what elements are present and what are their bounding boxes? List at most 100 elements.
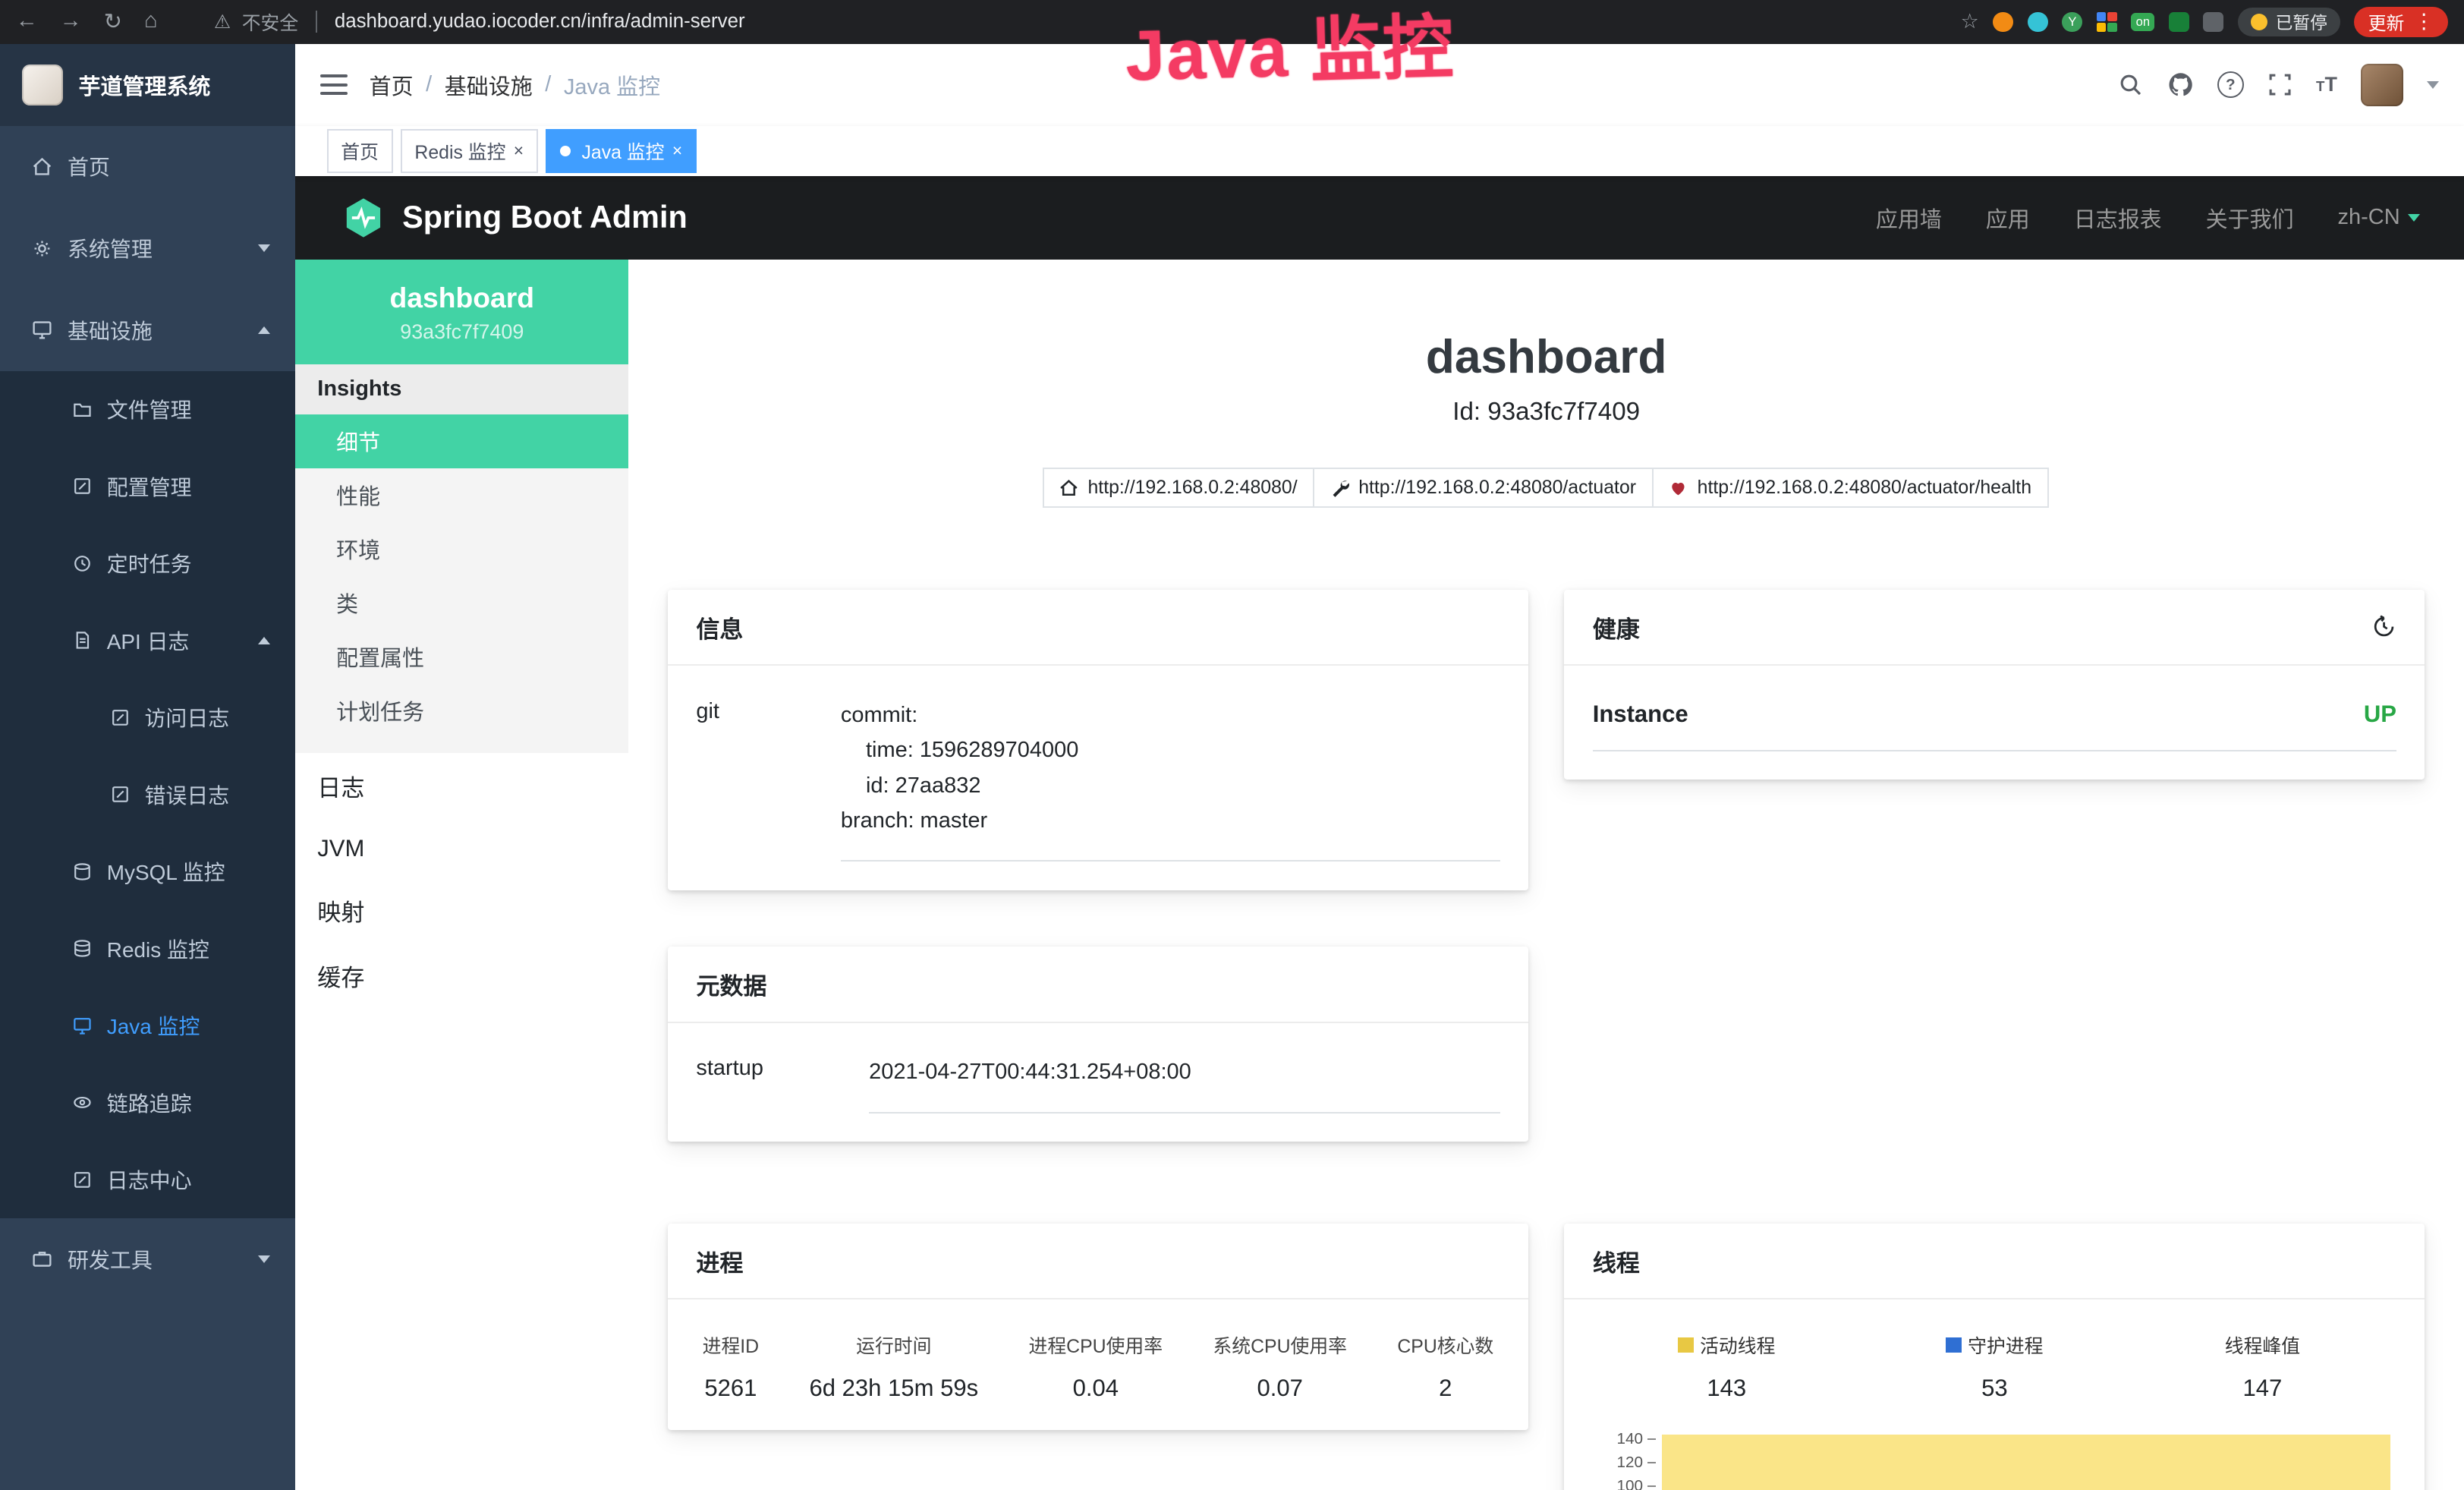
menu-group-mappings[interactable]: 映射 bbox=[295, 877, 628, 943]
nav-about[interactable]: 关于我们 bbox=[2206, 202, 2294, 234]
info-card-title: 信息 bbox=[668, 590, 1528, 666]
sidebar-item-mysql-monitor[interactable]: MySQL 监控 bbox=[0, 833, 295, 909]
menu-item-scheduled-tasks[interactable]: 计划任务 bbox=[295, 684, 628, 738]
sidebar-item-log-center[interactable]: 日志中心 bbox=[0, 1141, 295, 1218]
update-button[interactable]: 更新 ⋮ bbox=[2354, 7, 2448, 36]
close-icon[interactable]: × bbox=[514, 142, 524, 159]
search-icon[interactable] bbox=[2118, 72, 2143, 97]
avatar[interactable] bbox=[2361, 64, 2403, 106]
sidebar-item-tracing[interactable]: 链路追踪 bbox=[0, 1064, 295, 1141]
sba-brand-text: Spring Boot Admin bbox=[402, 200, 688, 235]
paused-badge[interactable]: 已暂停 bbox=[2238, 8, 2340, 36]
legend-label: 守护进程 bbox=[1968, 1331, 2043, 1359]
history-icon[interactable] bbox=[2371, 614, 2396, 639]
sidebar-item-label: 系统管理 bbox=[68, 233, 153, 263]
sidebar-item-file-manage[interactable]: 文件管理 bbox=[0, 371, 295, 448]
language-label: zh-CN bbox=[2338, 205, 2400, 230]
gear-icon bbox=[31, 238, 53, 260]
help-icon[interactable]: ? bbox=[2217, 71, 2244, 98]
edit-icon bbox=[72, 476, 93, 496]
breadcrumb-infra[interactable]: 基础设施 bbox=[445, 69, 533, 101]
service-url-button[interactable]: http://192.168.0.2:48080/ bbox=[1043, 468, 1315, 508]
refresh-icon[interactable]: ↻ bbox=[104, 8, 122, 35]
page-title: dashboard bbox=[668, 330, 2425, 384]
sidebar-item-api-log[interactable]: API 日志 bbox=[0, 602, 295, 679]
sidebar-item-scheduled-jobs[interactable]: 定时任务 bbox=[0, 525, 295, 602]
sidebar-item-label: 研发工具 bbox=[68, 1244, 153, 1274]
forward-icon[interactable]: → bbox=[60, 8, 82, 35]
sidebar-item-label: 文件管理 bbox=[107, 394, 192, 424]
legend-label: 线程峰值 bbox=[2225, 1331, 2300, 1359]
info-value: commit: time: 1596289704000 id: 27aa832 … bbox=[841, 698, 1500, 862]
tag-label: Redis 监控 bbox=[414, 137, 505, 165]
menu-item-classes[interactable]: 类 bbox=[295, 576, 628, 630]
address-separator bbox=[316, 11, 317, 33]
menu-item-details[interactable]: 细节 bbox=[295, 414, 628, 468]
sidebar-item-access-log[interactable]: 访问日志 bbox=[0, 679, 295, 756]
stat-process-cpu: 进程CPU使用率 0.04 bbox=[1029, 1331, 1163, 1402]
browser-menu-icon[interactable]: ⋮ bbox=[2414, 10, 2434, 33]
font-size-icon[interactable]: TT bbox=[2316, 73, 2337, 96]
menu-group-caches[interactable]: 缓存 bbox=[295, 943, 628, 1009]
menu-item-metrics[interactable]: 性能 bbox=[295, 468, 628, 522]
tick-label: 140 bbox=[1616, 1430, 1643, 1448]
sidebar-item-label: 链路追踪 bbox=[107, 1088, 192, 1118]
menu-item-environment[interactable]: 环境 bbox=[295, 522, 628, 576]
home-icon bbox=[31, 156, 53, 178]
breadcrumb-home[interactable]: 首页 bbox=[370, 69, 414, 101]
menu-item-config-props[interactable]: 配置属性 bbox=[295, 630, 628, 684]
sidebar-item-infra[interactable]: 基础设施 bbox=[0, 289, 295, 371]
extension-on-badge[interactable]: on bbox=[2131, 13, 2154, 31]
close-icon[interactable]: × bbox=[672, 142, 682, 159]
health-url-button[interactable]: http://192.168.0.2:48080/actuator/health bbox=[1652, 468, 2049, 508]
sidebar-item-java-monitor[interactable]: Java 监控 bbox=[0, 987, 295, 1063]
menu-group-logs[interactable]: 日志 bbox=[295, 753, 628, 818]
stat-value: 6d 23h 15m 59s bbox=[809, 1375, 978, 1402]
tag-redis-monitor[interactable]: Redis 监控 × bbox=[401, 129, 538, 173]
sidebar-item-redis-monitor[interactable]: Redis 监控 bbox=[0, 910, 295, 987]
header-actions: ? TT bbox=[2118, 64, 2439, 106]
legend-label: 活动线程 bbox=[1700, 1331, 1775, 1359]
instance-header[interactable]: dashboard 93a3fc7f7409 bbox=[295, 260, 628, 364]
sidebar-item-label: API 日志 bbox=[107, 625, 190, 656]
stat-value: 0.07 bbox=[1213, 1375, 1347, 1402]
breadcrumb-separator: / bbox=[426, 72, 432, 97]
nav-applications-wall[interactable]: 应用墙 bbox=[1876, 202, 1942, 234]
extension-fox-icon[interactable] bbox=[1993, 12, 2013, 33]
legend-swatch-blue bbox=[1946, 1337, 1962, 1353]
actuator-url-button[interactable]: http://192.168.0.2:48080/actuator bbox=[1313, 468, 1654, 508]
monitor-icon bbox=[31, 319, 53, 341]
url-text[interactable]: dashboard.yudao.iocoder.cn/infra/admin-s… bbox=[335, 11, 745, 33]
extension-leaf-icon[interactable] bbox=[2169, 12, 2189, 33]
database-icon bbox=[72, 862, 93, 882]
tag-home[interactable]: 首页 bbox=[327, 129, 393, 173]
tag-java-monitor[interactable]: Java 监控 × bbox=[546, 129, 697, 173]
sidebar-item-home[interactable]: 首页 bbox=[0, 126, 295, 208]
back-icon[interactable]: ← bbox=[16, 8, 38, 35]
sidebar-item-system[interactable]: 系统管理 bbox=[0, 207, 295, 289]
extension-y-icon[interactable]: Y bbox=[2062, 12, 2082, 33]
bookmark-star-icon[interactable]: ☆ bbox=[1961, 10, 1979, 33]
extension-drop-icon[interactable] bbox=[2028, 12, 2048, 33]
threads-chart: 140 120 100 bbox=[1593, 1430, 2396, 1490]
nav-journal[interactable]: 日志报表 bbox=[2074, 202, 2162, 234]
security-label[interactable]: 不安全 bbox=[242, 8, 299, 36]
sidebar-item-dev-tools[interactable]: 研发工具 bbox=[0, 1218, 295, 1300]
language-selector[interactable]: zh-CN bbox=[2338, 205, 2420, 230]
warning-icon: ⚠ bbox=[214, 11, 231, 33]
address-bar[interactable]: ⚠ 不安全 dashboard.yudao.iocoder.cn/infra/a… bbox=[214, 8, 745, 36]
sidebar-item-config-manage[interactable]: 配置管理 bbox=[0, 448, 295, 524]
app-logo-bar[interactable]: 芋道管理系统 bbox=[0, 44, 295, 126]
nav-applications[interactable]: 应用 bbox=[1986, 202, 2030, 234]
github-icon[interactable] bbox=[2167, 71, 2194, 98]
hamburger-icon[interactable] bbox=[320, 74, 347, 95]
page-subtitle: Id: 93a3fc7f7409 bbox=[668, 398, 2425, 427]
fullscreen-icon[interactable] bbox=[2267, 72, 2292, 97]
sba-brand[interactable]: Spring Boot Admin bbox=[342, 197, 687, 239]
chevron-down-icon[interactable] bbox=[2427, 81, 2439, 89]
extension-puzzle-icon[interactable] bbox=[2203, 12, 2223, 33]
sidebar-item-error-log[interactable]: 错误日志 bbox=[0, 756, 295, 833]
extension-grid-icon[interactable] bbox=[2097, 12, 2117, 33]
menu-group-jvm[interactable]: JVM bbox=[295, 819, 628, 877]
home-icon[interactable]: ⌂ bbox=[144, 8, 158, 35]
